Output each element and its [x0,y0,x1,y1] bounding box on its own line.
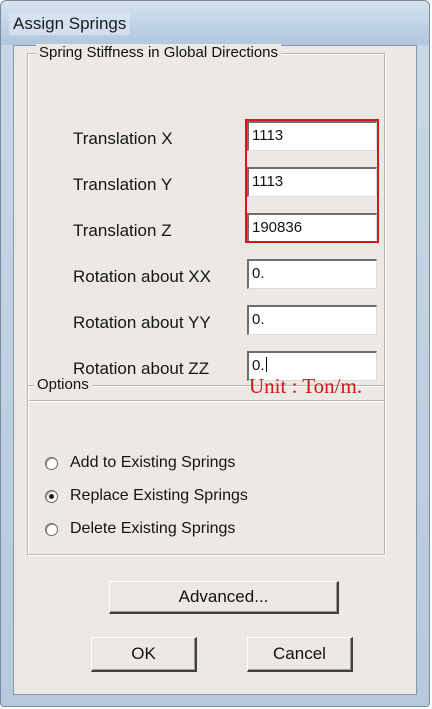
option-delete-existing-label: Delete Existing Springs [70,520,236,537]
rotation-xx-input[interactable]: 0. [247,259,377,289]
translation-z-input[interactable]: 190836 [247,213,377,243]
translation-x-input[interactable]: 1113 [247,121,377,151]
rotation-yy-input[interactable]: 0. [247,305,377,335]
rotation-xx-label: Rotation about XX [73,267,211,286]
option-delete-existing[interactable]: Delete Existing Springs [45,518,235,540]
text-cursor [265,357,267,372]
rotation-zz-label: Rotation about ZZ [73,359,210,378]
option-add-existing[interactable]: Add to Existing Springs [45,452,235,474]
window-title: Assign Springs [9,13,131,35]
translation-y-input[interactable]: 1113 [247,167,377,197]
radio-replace-existing[interactable] [45,489,58,503]
advanced-button[interactable]: Advanced... [109,581,339,614]
option-add-existing-label: Add to Existing Springs [70,454,236,471]
rotation-zz-value: 0. [252,357,265,374]
translation-x-label: Translation X [73,129,173,148]
option-replace-existing[interactable]: Replace Existing Springs [45,485,248,507]
unit-annotation: Unit : Ton/m. [249,374,363,398]
translation-y-label: Translation Y [73,175,173,194]
assign-springs-dialog: Assign Springs Spring Stiffness in Globa… [0,0,430,707]
options-group-title: Options [34,376,92,393]
radio-delete-existing[interactable] [45,522,58,536]
radio-add-existing[interactable] [45,456,58,470]
cancel-button[interactable]: Cancel [247,637,353,672]
stiffness-group-title: Spring Stiffness in Global Directions [36,44,282,61]
title-bar[interactable]: Assign Springs [1,1,429,45]
rotation-yy-label: Rotation about YY [73,313,211,332]
translation-z-label: Translation Z [73,221,172,240]
ok-button[interactable]: OK [91,637,197,672]
option-replace-existing-label: Replace Existing Springs [70,487,248,504]
